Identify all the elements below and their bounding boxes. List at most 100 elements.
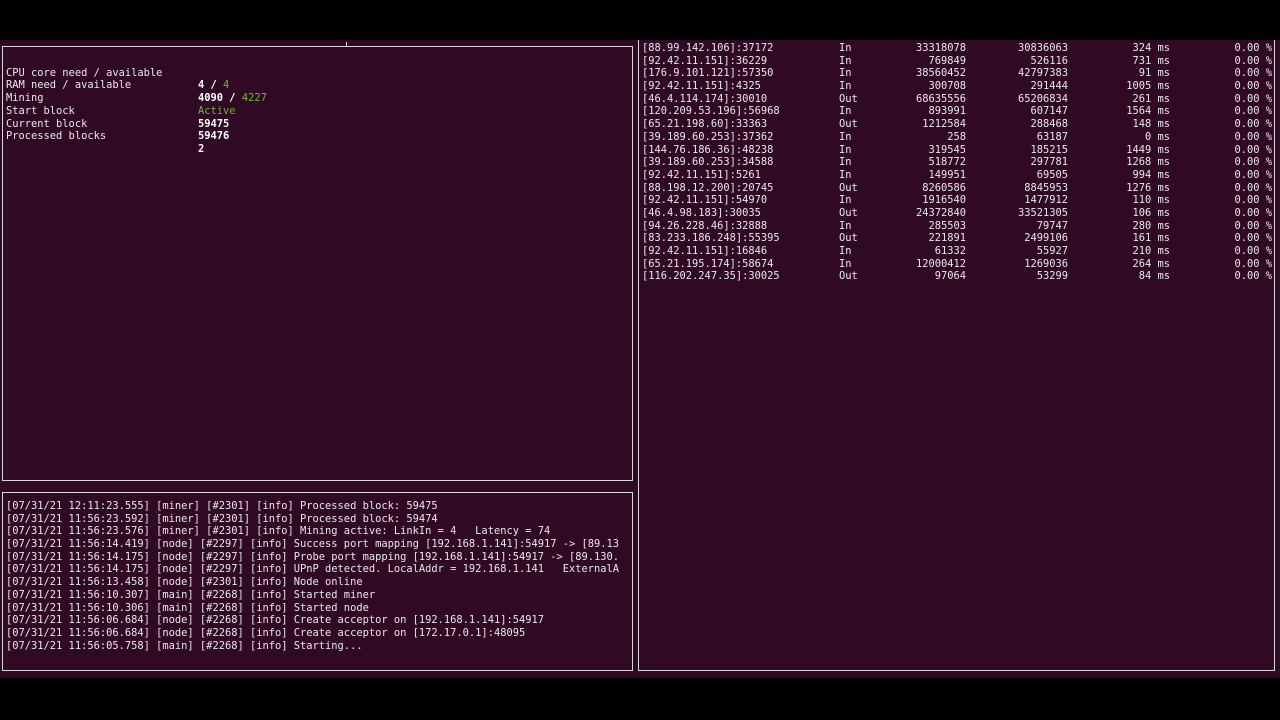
stat-ram-row: RAM need / available 4090 / 4227 xyxy=(6,67,267,104)
peer-address: [120.209.53.196]:56968 xyxy=(642,105,780,118)
peer-direction: In xyxy=(839,194,852,207)
peer-row: [92.42.11.151]:16846 In 61332 55927 210 ms 0.… xyxy=(642,245,1272,258)
peer-bytes-in: 518772 xyxy=(928,156,966,169)
peer-direction: Out xyxy=(839,270,858,283)
peer-bytes-out: 30836063 xyxy=(1017,42,1068,54)
peer-latency: 161 ms xyxy=(1132,232,1170,245)
peer-address: [144.76.186.36]:48238 xyxy=(642,143,774,156)
peer-bytes-in: 1212584 xyxy=(922,118,966,131)
peer-bytes-out: 291444 xyxy=(1030,80,1068,93)
peer-loss: 0.00 % xyxy=(1234,42,1272,54)
peer-loss: 0.00 % xyxy=(1234,105,1272,118)
peer-address: [46.4.98.183]:30035 xyxy=(642,206,761,219)
peer-latency: 1449 ms xyxy=(1126,143,1170,156)
peer-direction: In xyxy=(839,80,852,93)
peer-row: [94.26.228.46]:32888 In 285503 79747 280 ms 0… xyxy=(642,220,1272,233)
peer-row: [39.189.60.253]:37362 In 258 63187 0 ms 0.00 … xyxy=(642,131,1272,144)
log-line: [07/31/21 11:56:06.684] [node] [#2268] [… xyxy=(6,626,526,639)
peer-address: [83.233.186.248]:55395 xyxy=(642,232,780,245)
terminal-window[interactable]: CPU core need / available 4 / 4 RAM need… xyxy=(0,40,1280,678)
peer-loss: 0.00 % xyxy=(1234,206,1272,219)
peer-bytes-in: 300708 xyxy=(928,80,966,93)
peer-direction: Out xyxy=(839,181,858,194)
peer-direction: Out xyxy=(839,232,858,245)
peer-bytes-out: 42797383 xyxy=(1017,67,1068,80)
peer-direction: Out xyxy=(839,118,858,131)
peer-row: [65.21.198.60]:33363 Out 1212584 288468 148 … xyxy=(642,118,1272,131)
peer-bytes-in: 319545 xyxy=(928,143,966,156)
log-line: [07/31/21 11:56:14.175] [node] [#2297] [… xyxy=(6,550,620,563)
peer-row: [92.42.11.151]:36229 In 769849 526116 731 ms… xyxy=(642,55,1272,68)
peer-latency: 106 ms xyxy=(1132,206,1170,219)
peer-direction: In xyxy=(839,105,852,118)
current-block-value: 59476 xyxy=(198,130,230,143)
start-block-value: 59475 xyxy=(198,117,230,130)
peer-address: [92.42.11.151]:36229 xyxy=(642,54,768,67)
peer-latency: 1564 ms xyxy=(1126,105,1170,118)
peer-row: [116.202.247.35]:30025 Out 97064 53299 84 ms… xyxy=(642,270,1272,283)
pane-divider-tick xyxy=(346,42,347,47)
peer-row: [92.42.11.151]:5261 In 149951 69505 994 ms 0.… xyxy=(642,169,1272,182)
peer-bytes-in: 258 xyxy=(947,130,966,143)
separator: / xyxy=(223,92,242,105)
peer-address: [176.9.101.121]:57350 xyxy=(642,67,774,80)
peer-bytes-in: 221891 xyxy=(928,232,966,245)
peer-bytes-in: 8260586 xyxy=(922,181,966,194)
stat-mining-row: Mining Active xyxy=(6,79,236,117)
peer-address: [65.21.198.60]:33363 xyxy=(642,118,768,131)
peer-row: [176.9.101.121]:57350 In 38560452 42797383 9… xyxy=(642,67,1272,80)
peer-direction: In xyxy=(839,245,852,257)
log-line: [07/31/21 11:56:06.684] [node] [#2268] [… xyxy=(6,614,544,627)
peer-bytes-in: 149951 xyxy=(928,168,966,181)
peer-direction: In xyxy=(839,54,852,67)
peer-direction: In xyxy=(839,257,852,270)
peer-latency: 324 ms xyxy=(1132,42,1170,54)
peer-row: [88.99.142.106]:37172 In 33318078 30836063 3… xyxy=(642,42,1272,55)
stat-cpu-row: CPU core need / available 4 / 4 xyxy=(6,54,229,92)
peer-latency: 264 ms xyxy=(1132,257,1170,270)
peer-loss: 0.00 % xyxy=(1234,130,1272,143)
peer-loss: 0.00 % xyxy=(1234,118,1272,131)
peer-address: [65.21.195.174]:58674 xyxy=(642,257,774,270)
peer-latency: 994 ms xyxy=(1132,168,1170,181)
peer-bytes-out: 288468 xyxy=(1030,118,1068,131)
peer-loss: 0.00 % xyxy=(1234,80,1272,93)
peer-bytes-in: 61332 xyxy=(934,245,966,257)
peer-bytes-out: 526116 xyxy=(1030,54,1068,67)
peer-direction: In xyxy=(839,42,852,54)
peer-bytes-out: 63187 xyxy=(1036,130,1068,143)
mining-status: Active xyxy=(198,104,236,117)
peer-bytes-out: 297781 xyxy=(1030,156,1068,169)
peer-bytes-out: 69505 xyxy=(1036,168,1068,181)
peer-address: [116.202.247.35]:30025 xyxy=(642,270,780,283)
peer-bytes-in: 12000412 xyxy=(915,257,966,270)
log-line: [07/31/21 12:11:23.555] [miner] [#2301] … xyxy=(6,500,438,512)
peer-direction: Out xyxy=(839,92,858,105)
peer-bytes-in: 285503 xyxy=(928,219,966,232)
peer-loss: 0.00 % xyxy=(1234,143,1272,156)
peer-row: [88.198.12.200]:20745 Out 8260586 8845953 12… xyxy=(642,182,1272,195)
stat-value: 4090 / 4227 xyxy=(198,92,267,105)
peer-loss: 0.00 % xyxy=(1234,232,1272,245)
log-line: [07/31/21 11:56:05.758] [main] [#2268] [… xyxy=(6,639,363,652)
peer-loss: 0.00 % xyxy=(1234,245,1272,257)
peer-latency: 0 ms xyxy=(1144,130,1170,143)
peer-row: [46.4.114.174]:30010 Out 68635556 65206834 2… xyxy=(642,93,1272,106)
peer-address: [92.42.11.151]:4325 xyxy=(642,80,761,93)
peer-address: [39.189.60.253]:34588 xyxy=(642,156,774,169)
peer-latency: 148 ms xyxy=(1132,118,1170,131)
peer-bytes-in: 24372840 xyxy=(915,206,966,219)
log-line: [07/31/21 11:56:23.576] [miner] [#2301] … xyxy=(6,525,551,538)
peer-bytes-out: 1269036 xyxy=(1024,257,1068,270)
peer-row: [83.233.186.248]:55395 Out 221891 2499106 16… xyxy=(642,232,1272,245)
peer-loss: 0.00 % xyxy=(1234,219,1272,232)
peer-latency: 1276 ms xyxy=(1126,181,1170,194)
log-line: [07/31/21 11:56:10.307] [main] [#2268] [… xyxy=(6,588,376,601)
peer-address: [46.4.114.174]:30010 xyxy=(642,92,768,105)
peer-bytes-out: 185215 xyxy=(1030,143,1068,156)
peer-latency: 110 ms xyxy=(1132,194,1170,207)
peer-direction: In xyxy=(839,219,852,232)
log-line: [07/31/21 11:56:10.306] [main] [#2268] [… xyxy=(6,601,369,614)
peer-address: [94.26.228.46]:32888 xyxy=(642,219,768,232)
log-pane: [07/31/21 12:11:23.555] [miner] [#2301] … xyxy=(2,492,633,671)
